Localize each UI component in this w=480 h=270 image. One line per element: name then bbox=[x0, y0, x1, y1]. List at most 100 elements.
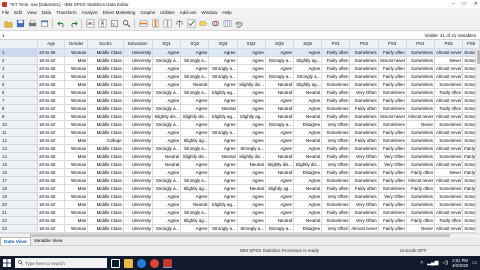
data-cell[interactable]: Agree bbox=[265, 64, 295, 73]
data-cell[interactable]: Sometimes bbox=[434, 184, 464, 193]
data-cell[interactable]: Agree bbox=[208, 192, 238, 201]
data-cell[interactable]: Woman bbox=[64, 192, 89, 201]
data-cell[interactable]: Agree bbox=[180, 168, 210, 177]
data-cell[interactable]: Sometimes bbox=[406, 56, 436, 65]
menu-utilities[interactable]: Utilities bbox=[160, 10, 175, 15]
data-cell[interactable]: Fairly often bbox=[321, 48, 351, 57]
data-cell[interactable]: Agree bbox=[180, 192, 210, 201]
column-header-sq3[interactable]: SQ3 bbox=[208, 40, 238, 49]
data-cell[interactable]: Neutral bbox=[265, 80, 295, 89]
data-cell[interactable]: Strongly a... bbox=[152, 56, 182, 65]
table-row[interactable]: 6 23-to-26 Woman Middle Class University Stro… bbox=[0, 88, 480, 97]
data-cell[interactable]: Middle Class bbox=[87, 104, 124, 113]
data-cell[interactable]: Slightly dis... bbox=[152, 112, 182, 121]
data-cell[interactable]: Agree bbox=[180, 224, 210, 233]
data-cell[interactable]: Very Often bbox=[321, 120, 351, 129]
data-cell[interactable]: Sometimes bbox=[406, 128, 436, 137]
data-cell[interactable]: Very Often bbox=[321, 192, 351, 201]
table-row[interactable]: 10 18-to-22 Woman Middle Class University Str… bbox=[0, 120, 480, 129]
data-cell[interactable]: Agree bbox=[152, 72, 182, 81]
data-cell[interactable]: Agree bbox=[237, 176, 266, 185]
data-cell[interactable]: Strongly a... bbox=[180, 72, 210, 81]
table-row[interactable]: 8 18-to-22 Woman Middle Class University Stro… bbox=[0, 104, 480, 113]
data-cell[interactable]: Neutral bbox=[152, 152, 182, 161]
data-cell[interactable]: Agree bbox=[265, 200, 295, 209]
data-cell[interactable]: Sometimes bbox=[349, 112, 379, 121]
data-cell[interactable]: Very Often bbox=[321, 224, 351, 233]
data-cell[interactable]: Agree bbox=[237, 48, 266, 57]
data-cell[interactable]: Agree bbox=[237, 72, 266, 81]
data-cell[interactable]: Sometimes bbox=[434, 120, 464, 129]
data-cell[interactable]: Woman bbox=[64, 160, 89, 169]
row-number[interactable]: 2 bbox=[0, 56, 39, 65]
row-number[interactable]: 15 bbox=[0, 160, 39, 169]
data-cell[interactable]: Agree bbox=[208, 184, 238, 193]
data-cell[interactable]: Middle Class bbox=[87, 208, 124, 217]
data-cell[interactable]: Almost never bbox=[378, 112, 407, 121]
data-cell[interactable]: Slightly ag... bbox=[208, 200, 238, 209]
data-cell[interactable]: Very Often bbox=[349, 216, 379, 225]
data-cell[interactable]: Middle Class bbox=[87, 72, 124, 81]
data-cell[interactable]: University bbox=[123, 136, 153, 145]
table-row[interactable]: 14 23-to-26 Man Middle Class University Neutr… bbox=[0, 152, 480, 161]
data-cell[interactable]: Almost never bbox=[434, 112, 464, 121]
data-cell[interactable]: University bbox=[123, 168, 153, 177]
find-icon[interactable] bbox=[121, 19, 131, 29]
data-cell[interactable]: Agree bbox=[265, 144, 295, 153]
data-cell[interactable]: Strongly a... bbox=[152, 88, 182, 97]
data-cell[interactable]: Sometimes bbox=[406, 144, 436, 153]
data-cell[interactable]: Fairly often bbox=[321, 112, 351, 121]
data-cell[interactable]: Strongly a... bbox=[152, 120, 182, 129]
column-header-ps1[interactable]: PS1 bbox=[321, 40, 351, 49]
row-number[interactable]: 10 bbox=[0, 120, 39, 129]
menu-file[interactable]: File bbox=[2, 10, 9, 15]
data-cell[interactable]: Almost never bbox=[434, 176, 464, 185]
data-cell[interactable]: Almost never bbox=[434, 72, 464, 81]
data-cell[interactable]: Agree bbox=[237, 136, 266, 145]
data-cell[interactable]: Man bbox=[64, 56, 89, 65]
data-cell[interactable]: Woman bbox=[64, 224, 89, 233]
data-cell[interactable]: Middle Class bbox=[87, 160, 124, 169]
row-number[interactable]: 17 bbox=[0, 176, 39, 185]
data-cell[interactable]: Neutral bbox=[293, 136, 323, 145]
data-cell[interactable]: Woman bbox=[64, 96, 89, 105]
data-cell[interactable]: Very Often bbox=[349, 152, 379, 161]
data-cell[interactable]: Never bbox=[434, 56, 464, 65]
data-cell[interactable]: 18-to-22 bbox=[37, 128, 66, 137]
data-cell[interactable]: Middle Class bbox=[87, 96, 124, 105]
data-cell[interactable]: Sometimes bbox=[406, 48, 436, 57]
row-number[interactable]: 6 bbox=[0, 88, 39, 97]
data-cell[interactable]: Fairly often bbox=[434, 104, 464, 113]
data-cell[interactable]: Agree bbox=[265, 192, 295, 201]
data-cell[interactable]: Fairly often bbox=[378, 200, 407, 209]
data-cell[interactable]: Woman bbox=[64, 176, 89, 185]
column-header-sq6[interactable]: SQ6 bbox=[293, 40, 323, 49]
data-cell[interactable]: Middle Class bbox=[87, 216, 124, 225]
table-row[interactable]: 20 18-to-22 Man Middle Class University Agree… bbox=[0, 200, 480, 209]
data-cell[interactable]: Agree bbox=[208, 48, 238, 57]
data-cell[interactable]: Woman bbox=[64, 120, 89, 129]
data-cell[interactable]: University bbox=[123, 144, 153, 153]
data-cell[interactable]: University bbox=[123, 64, 153, 73]
menu-transform[interactable]: Transform bbox=[56, 10, 76, 15]
data-cell[interactable]: 18-to-22 bbox=[37, 224, 66, 233]
data-cell[interactable]: Neutral bbox=[265, 112, 295, 121]
data-cell[interactable]: Fairly often bbox=[321, 96, 351, 105]
data-cell[interactable]: Agree bbox=[208, 96, 238, 105]
data-cell[interactable]: Agree bbox=[265, 96, 295, 105]
row-number[interactable]: 4 bbox=[0, 72, 39, 81]
data-cell[interactable]: Agree bbox=[237, 128, 266, 137]
data-cell[interactable]: Woman bbox=[64, 64, 89, 73]
table-row[interactable]: 9 23-to-26 Woman Middle Class University Slig… bbox=[0, 112, 480, 121]
taskbar-search-box[interactable]: Type here to search bbox=[15, 258, 107, 268]
data-cell[interactable]: Middle Class bbox=[87, 200, 124, 209]
data-cell[interactable]: Fairly often bbox=[321, 64, 351, 73]
data-cell[interactable]: Woman bbox=[64, 88, 89, 97]
data-cell[interactable]: Fairly often bbox=[349, 104, 379, 113]
table-row[interactable]: 1 23-to-26 Woman Middle Class University Agre… bbox=[0, 48, 480, 57]
data-cell[interactable]: Almost never bbox=[434, 128, 464, 137]
data-cell[interactable]: Agree bbox=[208, 144, 238, 153]
corner-cell[interactable] bbox=[0, 40, 39, 49]
data-cell[interactable]: Strongly a... bbox=[208, 64, 238, 73]
data-cell[interactable]: Middle Class bbox=[87, 120, 124, 129]
